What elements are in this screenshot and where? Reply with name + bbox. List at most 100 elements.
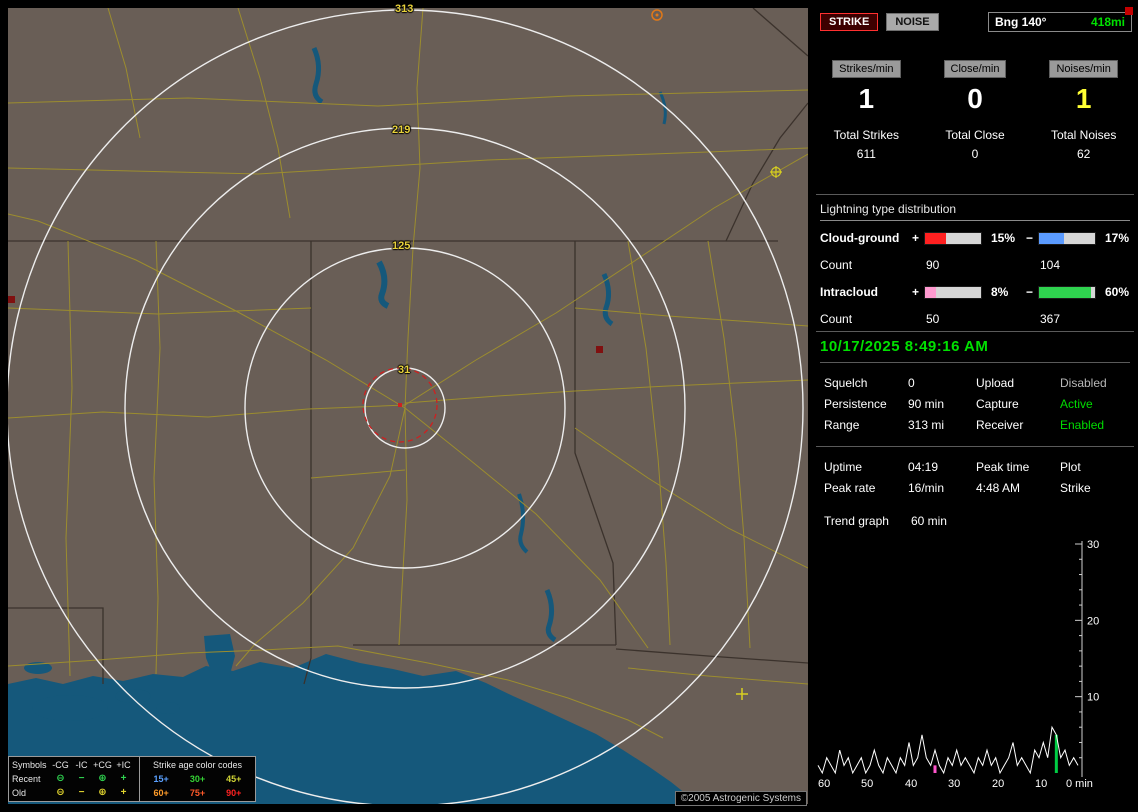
legend-row-old: Old — [12, 786, 50, 800]
persistence-value: 90 min — [908, 397, 976, 411]
old-nic-icon: − — [71, 786, 92, 800]
receiver-label: Receiver — [976, 418, 1060, 432]
capture-label: Capture — [976, 397, 1060, 411]
legend-age-header: Strike age color codes — [143, 758, 252, 772]
ic-minus-count: 367 — [1038, 312, 1100, 326]
persistence-label: Persistence — [824, 397, 908, 411]
ic-plus-bar — [924, 286, 982, 299]
plus-sign: + — [912, 231, 924, 245]
x-tick-label: 30 — [948, 778, 960, 790]
legend-col-pic: +IC — [113, 758, 134, 772]
map-legend: Symbols -CG -IC +CG +IC Recent ⊖ − ⊕ + O… — [8, 756, 256, 802]
legend-symbols-header: Symbols — [12, 758, 50, 772]
range-ring-label: 125 — [392, 240, 410, 252]
copyright-notice: ©2005 Astrogenic Systems — [675, 791, 807, 806]
alarm-indicator — [1125, 7, 1133, 15]
total-noises-label: Total Noises — [1029, 128, 1138, 142]
ic-plus-count: 50 — [924, 312, 986, 326]
cg-minus-bar-fill — [1039, 233, 1064, 244]
range-label: Range — [824, 418, 908, 432]
legend-row-recent: Recent — [12, 772, 50, 786]
strikes-column: Strikes/min 1 Total Strikes 611 — [812, 60, 921, 161]
distribution-table: Cloud-ground + 15% − 17% Count 90 104 In… — [820, 226, 1136, 334]
svg-text:10: 10 — [1087, 692, 1099, 704]
plot-mode-value: Strike — [1060, 481, 1138, 495]
total-strikes-label: Total Strikes — [812, 128, 921, 142]
ic-minus-percent: 60% — [1100, 285, 1136, 299]
recent-pcg-icon: ⊕ — [92, 772, 113, 786]
age-code: 90+ — [226, 786, 241, 800]
cg-plus-bar — [924, 232, 982, 245]
divider — [816, 194, 1134, 195]
svg-text:30: 30 — [1087, 539, 1099, 551]
cg-strike-symbol-dot — [656, 14, 659, 17]
total-close-label: Total Close — [921, 128, 1030, 142]
bearing-value: Bng 140° — [995, 15, 1046, 29]
peak-rate-label: Peak rate — [824, 481, 908, 495]
close-per-min-value: 0 — [921, 82, 1030, 116]
x-tick-label: 50 — [861, 778, 873, 790]
intracloud-label: Intracloud — [820, 285, 912, 299]
divider — [816, 331, 1134, 332]
close-column: Close/min 0 Total Close 0 — [921, 60, 1030, 161]
cg-minus-percent: 17% — [1100, 231, 1136, 245]
uptime-label: Uptime — [824, 460, 908, 474]
total-noises-value: 62 — [1029, 147, 1138, 161]
receiver-status: Enabled — [1060, 418, 1138, 432]
peak-time-label: Peak time — [976, 460, 1060, 474]
recent-ncg-icon: ⊖ — [50, 772, 71, 786]
noises-per-min-button[interactable]: Noises/min — [1049, 60, 1117, 78]
distribution-title: Lightning type distribution — [820, 202, 1130, 221]
range-value: 313 mi — [908, 418, 976, 432]
legend-col-ncg: -CG — [50, 758, 71, 772]
range-ring-label: 31 — [398, 364, 410, 376]
strikes-per-min-button[interactable]: Strikes/min — [832, 60, 900, 78]
bearing-distance: 418mi — [1091, 15, 1125, 29]
old-ncg-icon: ⊖ — [50, 786, 71, 800]
age-code: 15+ — [154, 772, 169, 786]
count-label: Count — [820, 312, 912, 326]
status-grid: Uptime 04:19 Peak time Plot Peak rate 16… — [824, 460, 1138, 495]
trend-x-axis-labels: 60 50 40 30 20 10 0 min — [816, 778, 1134, 792]
legend-col-pcg: +CG — [92, 758, 113, 772]
plot-label: Plot — [1060, 460, 1138, 474]
noises-per-min-value: 1 — [1029, 82, 1138, 116]
legend-symbols-section: Symbols -CG -IC +CG +IC Recent ⊖ − ⊕ + O… — [9, 757, 139, 801]
x-tick-label: 40 — [905, 778, 917, 790]
x-tick-label: 20 — [992, 778, 1004, 790]
peak-rate-value: 16/min — [908, 481, 976, 495]
x-tick-label: 60 — [818, 778, 830, 790]
capture-status: Active — [1060, 397, 1138, 411]
intracloud-row: Intracloud + 8% − 60% — [820, 280, 1136, 304]
cg-minus-count: 104 — [1038, 258, 1100, 272]
age-code: 75+ — [190, 786, 205, 800]
cloud-ground-count-row: Count 90 104 — [820, 250, 1136, 280]
age-code: 30+ — [190, 772, 205, 786]
status-panel: STRIKE NOISE Bng 140° 418mi Strikes/min … — [812, 0, 1138, 812]
age-code: 45+ — [226, 772, 241, 786]
ic-minus-bar — [1038, 286, 1096, 299]
old-pcg-icon: ⊕ — [92, 786, 113, 800]
legend-col-nic: -IC — [71, 758, 92, 772]
noise-mode-button[interactable]: NOISE — [886, 13, 938, 31]
peak-time-value: 4:48 AM — [976, 481, 1060, 495]
recent-pic-icon: + — [113, 772, 134, 786]
upload-label: Upload — [976, 376, 1060, 390]
strike-mode-button[interactable]: STRIKE — [820, 13, 878, 31]
noises-column: Noises/min 1 Total Noises 62 — [1029, 60, 1138, 161]
cg-plus-percent: 15% — [986, 231, 1026, 245]
plus-sign: + — [912, 285, 924, 299]
svg-text:20: 20 — [1087, 615, 1099, 627]
intracloud-count-row: Count 50 367 — [820, 304, 1136, 334]
range-ring-label: 313 — [395, 3, 413, 15]
old-pic-icon: + — [113, 786, 134, 800]
close-per-min-button[interactable]: Close/min — [944, 60, 1007, 78]
ic-plus-bar-fill — [925, 287, 936, 298]
total-strikes-value: 611 — [812, 147, 921, 161]
ic-plus-percent: 8% — [986, 285, 1026, 299]
recent-nic-icon: − — [71, 772, 92, 786]
bearing-readout: Bng 140° 418mi — [988, 12, 1132, 32]
squelch-value: 0 — [908, 376, 976, 390]
cg-plus-bar-fill — [925, 233, 946, 244]
count-label: Count — [820, 258, 912, 272]
